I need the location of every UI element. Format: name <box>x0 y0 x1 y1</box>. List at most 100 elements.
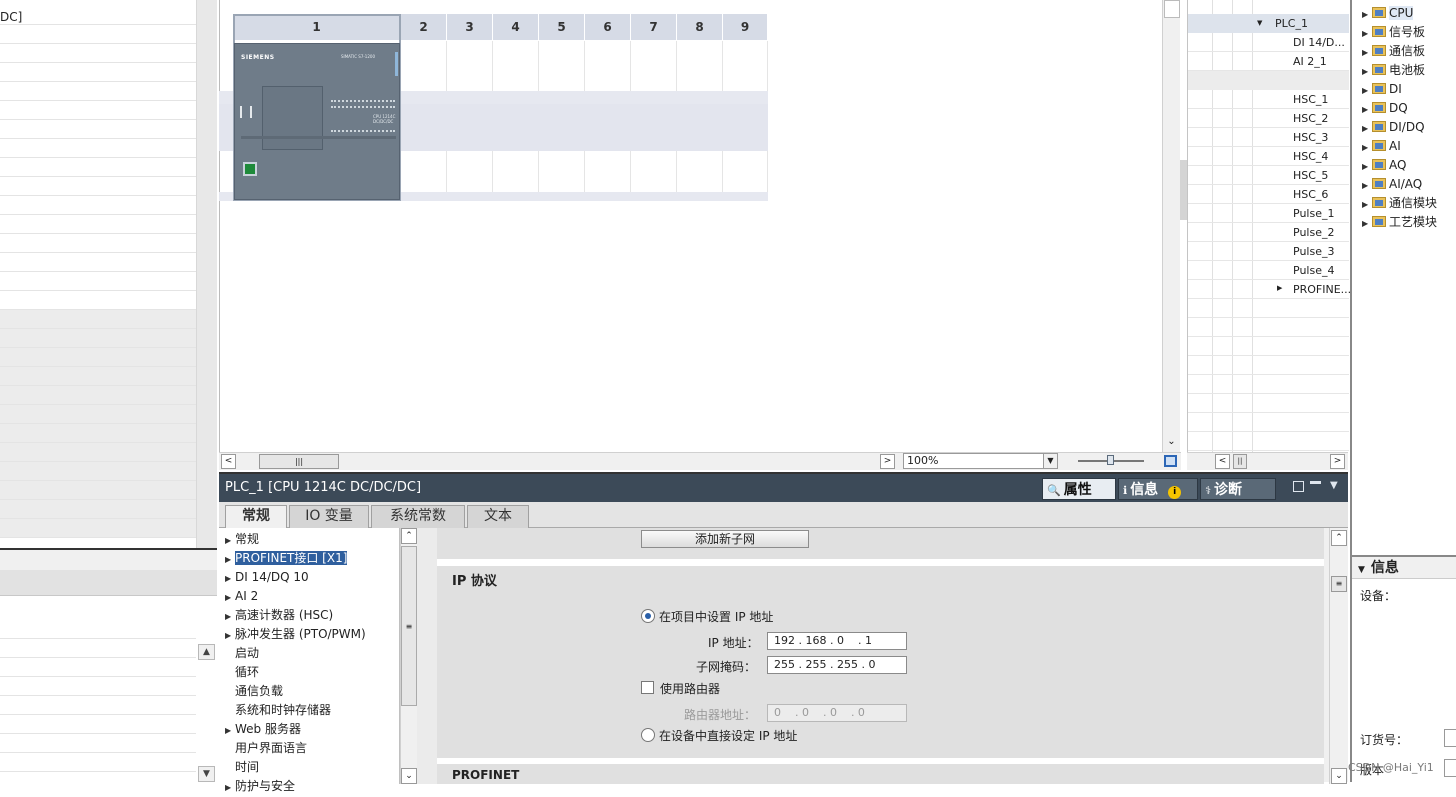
tree-row[interactable] <box>0 234 196 253</box>
nav-item-di-dq[interactable]: ▶ DI 14/DQ 10 <box>225 568 309 587</box>
catalog-item-di-dq[interactable]: ▶ DI/DQ <box>1362 118 1425 137</box>
overview-item[interactable]: Pulse_1 <box>1293 207 1334 220</box>
tree-row[interactable] <box>0 405 196 424</box>
nav-tree-scrollbar[interactable]: ⌃ ≡ ⌄ <box>400 528 417 784</box>
overview-item[interactable]: DI 14/D... <box>1293 36 1345 49</box>
overview-item-plc[interactable]: PLC_1 <box>1275 17 1308 30</box>
expand-triangle-icon[interactable]: ▶ <box>225 778 235 797</box>
expand-triangle-icon[interactable]: ▶ <box>1362 119 1372 138</box>
scroll-up-arrow-icon[interactable]: ⌃ <box>1331 530 1347 546</box>
tree-row[interactable] <box>0 348 196 367</box>
slot-header-7[interactable]: 7 <box>631 14 677 40</box>
tree-row[interactable] <box>0 272 196 291</box>
tree-row[interactable] <box>0 329 196 348</box>
subtab-system-constants[interactable]: 系统常数 <box>371 505 465 528</box>
zoom-dropdown-arrow-icon[interactable]: ▼ <box>1043 453 1058 469</box>
empty-slot[interactable] <box>723 41 768 91</box>
list-item[interactable] <box>0 734 196 753</box>
nav-item-general[interactable]: ▶ 常规 <box>225 530 259 549</box>
profinet-port-icon[interactable] <box>243 162 257 176</box>
expand-triangle-icon[interactable]: ▶ <box>225 550 235 569</box>
tree-item-label[interactable]: DC] <box>0 10 22 24</box>
order-number-field[interactable] <box>1444 729 1456 747</box>
expand-triangle-icon[interactable]: ▶ <box>1362 157 1372 176</box>
table-row[interactable] <box>1188 299 1349 318</box>
list-item[interactable] <box>0 753 196 772</box>
expand-triangle-icon[interactable]: ▶ <box>225 626 235 645</box>
expand-triangle-icon[interactable]: ▶ <box>1362 138 1372 157</box>
catalog-item-ai[interactable]: ▶ AI <box>1362 137 1401 156</box>
slot-header-6[interactable]: 6 <box>585 14 631 40</box>
nav-item-startup[interactable]: 启动 <box>235 644 259 663</box>
catalog-item-signal-board[interactable]: ▶ 信号板 <box>1362 23 1425 42</box>
tree-row[interactable] <box>0 367 196 386</box>
tree-row[interactable] <box>0 120 196 139</box>
tab-info[interactable]: ℹ 信息 i <box>1118 478 1198 500</box>
nav-item-ai[interactable]: ▶ AI 2 <box>225 587 258 606</box>
nav-item-web-server[interactable]: ▶ Web 服务器 <box>225 720 301 739</box>
router-address-field[interactable]: 0 . 0 . 0 . 0 <box>767 704 907 722</box>
tree-row[interactable] <box>0 386 196 405</box>
nav-item-hsc[interactable]: ▶ 高速计数器 (HSC) <box>225 606 333 625</box>
overview-item[interactable]: PROFINE... <box>1293 283 1351 296</box>
slot-header-5[interactable]: 5 <box>539 14 585 40</box>
empty-slot[interactable] <box>401 151 447 192</box>
scroll-up-arrow-icon[interactable]: ⌃ <box>401 528 417 544</box>
tree-row[interactable] <box>0 6 196 25</box>
list-item[interactable] <box>0 620 196 639</box>
overview-item[interactable]: HSC_4 <box>1293 150 1328 163</box>
tree-row[interactable] <box>0 462 196 481</box>
set-ip-in-project-radio[interactable] <box>641 609 655 623</box>
scroll-thumb[interactable]: || <box>1233 454 1247 469</box>
table-row[interactable] <box>1188 356 1349 375</box>
info-panel-header[interactable]: ▼ 信息 <box>1352 557 1456 579</box>
panel-collapse-handle[interactable] <box>1180 160 1187 220</box>
nav-item-profinet-interface[interactable]: ▶ PROFINET接口 [X1] <box>225 549 349 569</box>
zoom-level-select[interactable]: 100% <box>903 453 1058 469</box>
slot-header-8[interactable]: 8 <box>677 14 723 40</box>
list-item[interactable] <box>0 639 196 658</box>
subnet-mask-field[interactable]: 255 . 255 . 255 . 0 <box>767 656 907 674</box>
tree-row[interactable] <box>0 519 196 538</box>
expand-triangle-icon[interactable]: ▶ <box>1277 284 1282 292</box>
device-view-vertical-scrollbar[interactable]: ⌄ <box>1162 0 1180 452</box>
scroll-thumb[interactable]: ≡ <box>1331 576 1347 592</box>
expand-triangle-icon[interactable]: ▶ <box>1362 43 1372 62</box>
table-row[interactable] <box>1188 375 1349 394</box>
empty-slot[interactable] <box>539 41 585 91</box>
expand-triangle-icon[interactable]: ▶ <box>1362 24 1372 43</box>
tree-row[interactable] <box>0 196 196 215</box>
catalog-item-aq[interactable]: ▶ AQ <box>1362 156 1406 175</box>
subtab-texts[interactable]: 文本 <box>467 505 529 528</box>
slot-header-4[interactable]: 4 <box>493 14 539 40</box>
empty-slot[interactable] <box>447 41 493 91</box>
set-ip-on-device-radio[interactable] <box>641 728 655 742</box>
tree-row[interactable] <box>0 310 196 329</box>
scroll-right-arrow-icon[interactable]: > <box>880 454 895 469</box>
restore-window-icon[interactable] <box>1293 481 1304 492</box>
catalog-item-comm-module[interactable]: ▶ 通信模块 <box>1362 194 1437 213</box>
minimize-window-icon[interactable] <box>1310 481 1321 492</box>
overview-item[interactable]: Pulse_2 <box>1293 226 1334 239</box>
scroll-left-arrow-icon[interactable]: < <box>221 454 236 469</box>
expand-triangle-icon[interactable]: ▶ <box>225 569 235 588</box>
expand-triangle-icon[interactable]: ▶ <box>225 721 235 740</box>
expand-triangle-icon[interactable]: ▶ <box>1362 81 1372 100</box>
empty-slot[interactable] <box>631 41 677 91</box>
empty-slot[interactable] <box>677 151 723 192</box>
expand-triangle-icon[interactable]: ▶ <box>1362 100 1372 119</box>
content-vertical-scrollbar[interactable]: ⌃ ≡ ⌄ <box>1329 528 1347 784</box>
tree-row[interactable] <box>0 215 196 234</box>
overview-item[interactable]: HSC_3 <box>1293 131 1328 144</box>
subtab-io-tags[interactable]: IO 变量 <box>289 505 369 528</box>
overview-item[interactable]: Pulse_4 <box>1293 264 1334 277</box>
add-new-subnet-button[interactable]: 添加新子网 <box>641 530 809 548</box>
catalog-item-dq[interactable]: ▶ DQ <box>1362 99 1408 118</box>
tree-row[interactable] <box>0 481 196 500</box>
overview-item[interactable]: Pulse_3 <box>1293 245 1334 258</box>
overview-item[interactable]: HSC_6 <box>1293 188 1328 201</box>
table-row[interactable] <box>1188 432 1349 451</box>
table-row[interactable] <box>1188 71 1349 90</box>
empty-slot[interactable] <box>723 151 768 192</box>
tree-row[interactable] <box>0 139 196 158</box>
